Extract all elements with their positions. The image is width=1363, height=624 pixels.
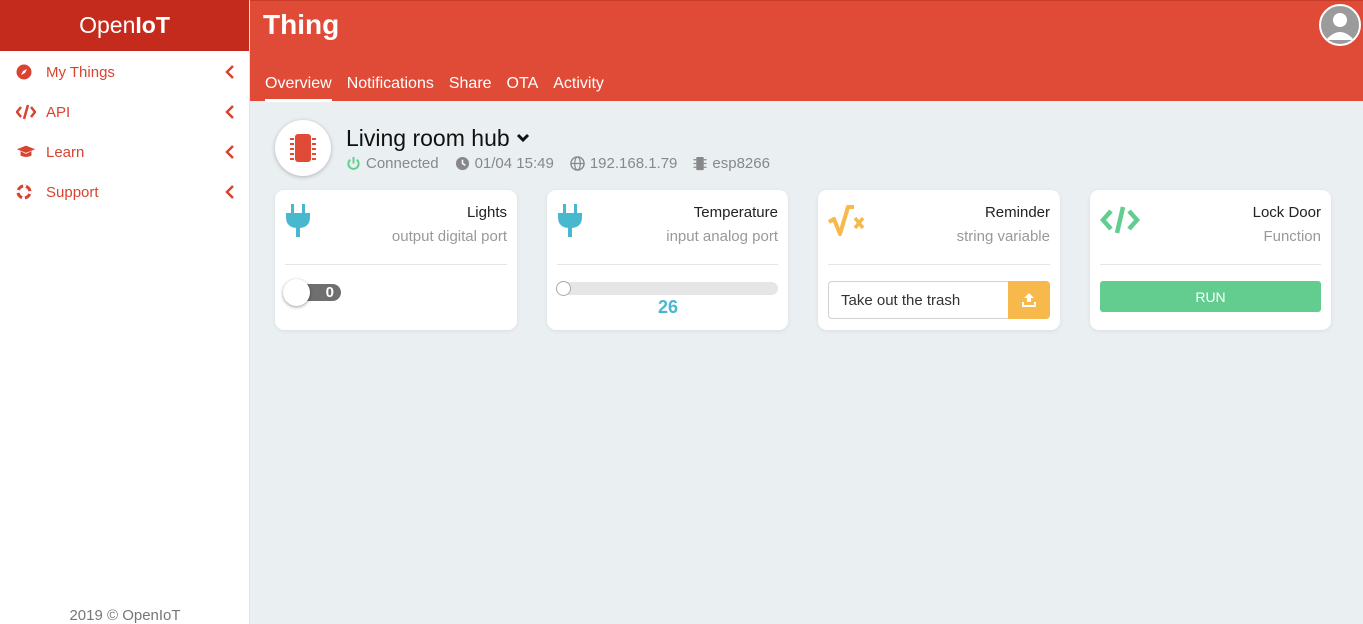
board-text: esp8266 [712,154,770,172]
resource-card-lights: Lights output digital port 0 [275,190,517,330]
card-title: Lock Door [1252,204,1321,221]
sidebar-item-label: API [46,103,71,121]
globe-icon [570,155,585,171]
resource-card-lock-door: Lock Door Function RUN [1090,190,1331,330]
tab-share[interactable]: Share [449,75,492,102]
card-subtitle: input analog port [666,228,778,245]
brand-suffix: IoT [135,12,170,38]
chevron-down-icon [516,133,530,143]
user-avatar[interactable] [1319,4,1361,46]
card-subtitle: string variable [956,228,1050,245]
ip-address: 192.168.1.79 [570,154,678,172]
temperature-value: 26 [657,297,679,317]
power-icon [347,156,360,170]
card-title: Reminder [984,204,1050,221]
device-header: Living room hub Connected 01/04 15:49 19… [275,120,786,176]
brand-logo[interactable]: Open IoT [0,0,249,51]
chevron-left-icon [225,184,235,204]
sidebar-item-my-things[interactable]: My Things [0,52,249,92]
ip-text: 192.168.1.79 [589,154,678,172]
slider-knob[interactable] [556,281,571,296]
graduation-cap-icon [16,144,36,160]
chip-icon [275,120,331,176]
reminder-input[interactable] [828,281,1008,319]
card-subtitle: Function [1263,228,1321,245]
chevron-left-icon [225,64,235,84]
clock-icon [455,156,469,170]
life-ring-icon [16,184,36,200]
chevron-left-icon [225,144,235,164]
resource-card-reminder: Reminder string variable [818,190,1060,330]
board-type: esp8266 [693,155,770,172]
card-subtitle: output digital port [391,228,507,245]
last-seen-text: 01/04 15:49 [474,154,554,172]
card-title: Temperature [693,204,778,221]
plug-icon [557,204,583,243]
card-divider [285,264,507,265]
lights-toggle[interactable]: 0 [283,279,341,306]
device-name: Living room hub [346,124,510,151]
microchip-icon [693,156,707,170]
brand-prefix: Open [79,12,136,38]
last-seen: 01/04 15:49 [455,155,554,172]
sidebar-item-label: Learn [46,143,85,161]
tab-notifications[interactable]: Notifications [347,75,434,102]
code-icon [16,104,36,120]
toggle-knob[interactable] [283,279,310,306]
card-divider [1100,264,1321,265]
upload-button[interactable] [1008,281,1050,319]
card-title: Lights [466,204,507,221]
upload-icon [1022,293,1036,307]
card-divider [828,264,1050,265]
user-icon [1326,13,1354,40]
card-divider [557,264,778,265]
connection-status: Connected [346,155,439,172]
top-header: Thing Overview Notifications Share OTA A… [250,0,1363,102]
code-icon [1099,204,1141,241]
tab-bar: Overview Notifications Share OTA Activit… [265,75,619,102]
temperature-slider[interactable] [556,281,778,296]
tab-activity[interactable]: Activity [553,75,604,102]
sidebar-item-label: Support [46,183,99,201]
plug-icon [285,204,311,243]
page-title: Thing [263,9,340,40]
status-text: Connected [366,154,439,172]
sidebar: Open IoT My Things API Learn Support 201… [0,0,250,624]
device-name-dropdown[interactable]: Living room hub [346,125,786,152]
compass-icon [16,64,36,80]
tab-overview[interactable]: Overview [265,75,332,102]
sidebar-item-learn[interactable]: Learn [0,132,249,172]
chevron-left-icon [225,104,235,124]
resource-card-temperature: Temperature input analog port 26 [547,190,788,330]
square-root-icon [827,204,866,243]
sidebar-item-label: My Things [46,63,115,81]
sidebar-item-support[interactable]: Support [0,172,249,212]
sidebar-item-api[interactable]: API [0,92,249,132]
tab-ota[interactable]: OTA [507,75,539,102]
sidebar-footer: 2019 © OpenIoT [69,607,181,624]
toggle-value: 0 [325,284,334,301]
run-button[interactable]: RUN [1100,281,1321,312]
